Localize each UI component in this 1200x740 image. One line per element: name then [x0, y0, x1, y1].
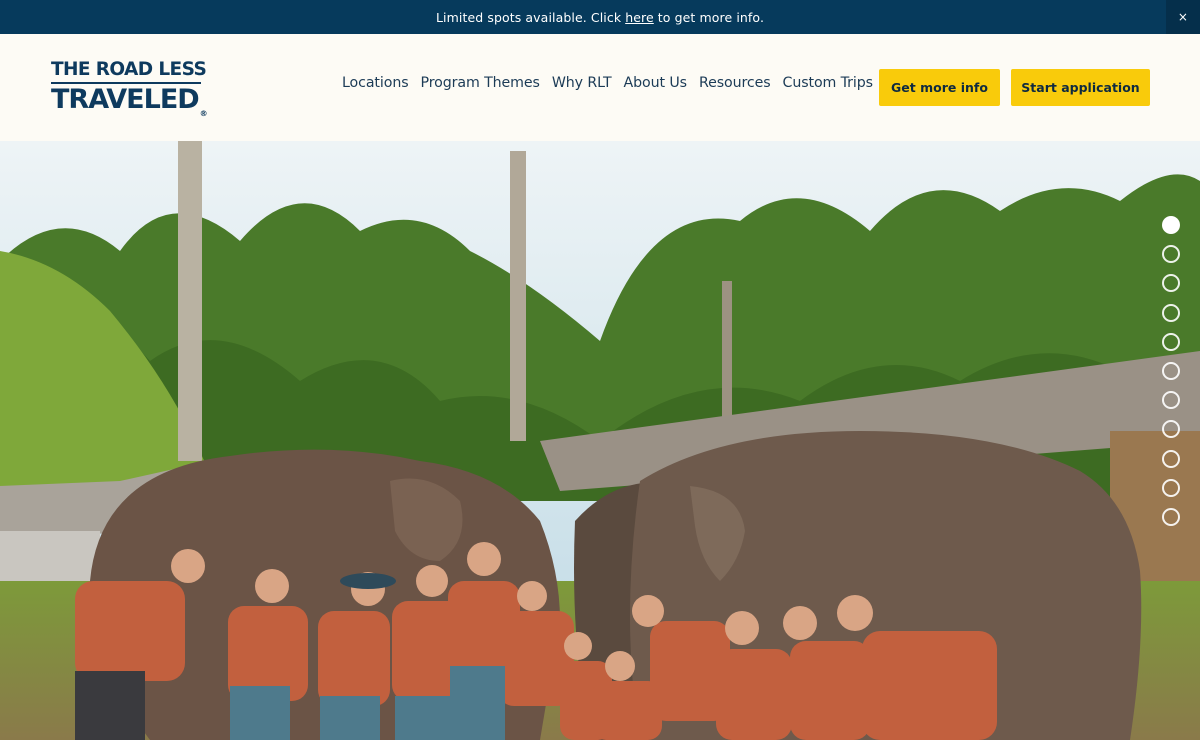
nav-about-us[interactable]: About Us	[624, 75, 688, 91]
announcement-bar: Limited spots available. Click here to g…	[0, 0, 1200, 34]
slide-dot-1[interactable]	[1162, 216, 1180, 234]
announcement-text: Limited spots available. Click	[435, 9, 622, 25]
nav-custom-trips[interactable]: Custom Trips	[783, 75, 874, 91]
nav-program-themes[interactable]: Program Themes	[421, 75, 540, 91]
nav-why-rlt[interactable]: Why RLT	[552, 75, 612, 91]
slide-dot-2[interactable]	[1162, 245, 1180, 264]
close-icon[interactable]: ×	[1166, 0, 1200, 34]
start-application-button[interactable]: Start application	[1011, 69, 1150, 106]
slide-dot-7[interactable]	[1162, 391, 1180, 410]
nav-locations[interactable]: Locations	[342, 75, 409, 91]
site-header: THE ROAD LESS TRAVELED® Locations Progra…	[0, 34, 1200, 141]
nav-resources[interactable]: Resources	[699, 75, 771, 91]
logo-line1: THE ROAD LESS	[51, 59, 207, 80]
slide-pagination	[1162, 216, 1180, 526]
slide-dot-11[interactable]	[1162, 507, 1180, 526]
slide-dot-3[interactable]	[1162, 274, 1180, 293]
main-nav: Locations Program Themes Why RLT About U…	[342, 75, 873, 91]
announcement-text-end: to get more info.	[657, 9, 765, 25]
slide-dot-9[interactable]	[1162, 449, 1180, 468]
hero-image	[0, 141, 1200, 740]
slide-dot-6[interactable]	[1162, 361, 1180, 380]
get-more-info-button[interactable]: Get more info	[879, 69, 1000, 106]
slide-dot-5[interactable]	[1162, 332, 1180, 351]
slide-dot-10[interactable]	[1162, 478, 1180, 497]
slide-dot-4[interactable]	[1162, 303, 1180, 322]
logo[interactable]: THE ROAD LESS TRAVELED®	[51, 59, 208, 119]
registered-mark: ®	[199, 109, 208, 118]
logo-line2: TRAVELED®	[51, 84, 208, 119]
announcement-link[interactable]: here	[625, 10, 654, 25]
slide-dot-8[interactable]	[1162, 420, 1180, 439]
hero-photo	[0, 141, 1200, 740]
